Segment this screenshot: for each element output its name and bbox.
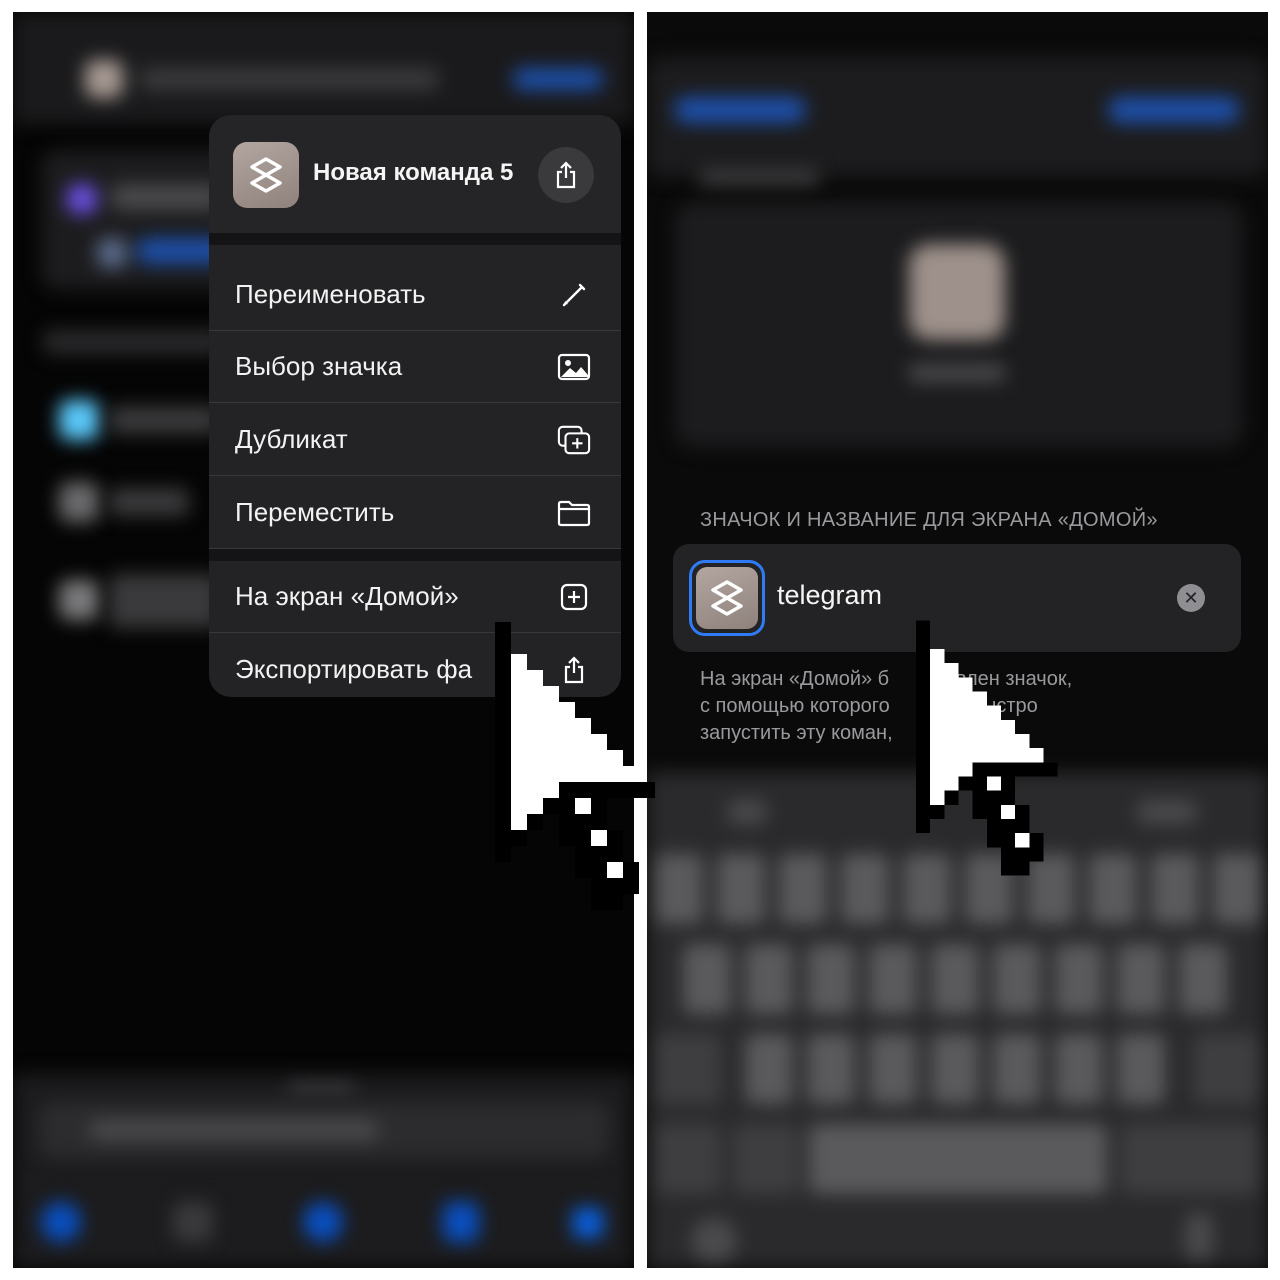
blurred-preview-icon — [909, 244, 1005, 340]
pointer-cursor-icon — [495, 590, 655, 910]
share-icon — [556, 161, 576, 189]
shortcuts-app-icon — [233, 142, 299, 208]
menu-item-label: Дубликат — [235, 424, 348, 454]
share-button[interactable] — [538, 147, 594, 203]
duplicate-icon — [557, 424, 591, 456]
menu-divider — [209, 233, 621, 245]
shortcuts-app-icon — [696, 567, 758, 629]
blurred-section-label — [699, 168, 819, 186]
blurred-action-icon — [59, 482, 99, 522]
blurred-search-field — [39, 1102, 609, 1158]
blurred-section-label — [43, 330, 223, 354]
blurred-play-icon — [573, 1208, 603, 1238]
blurred-nav-bar — [13, 12, 634, 124]
folder-icon — [557, 497, 591, 529]
close-icon: ✕ — [1183, 587, 1199, 608]
image-icon — [557, 351, 591, 383]
pointer-cursor-icon — [916, 592, 1058, 876]
blurred-toolbar-icon — [41, 1202, 81, 1242]
blurred-toolbar-icon — [303, 1202, 343, 1242]
shortcut-title: Новая команда 5 — [313, 159, 514, 186]
menu-item-duplicate[interactable]: Дубликат — [209, 404, 621, 476]
blurred-action-label — [109, 574, 219, 628]
menu-item-label: Переименовать — [235, 279, 426, 309]
blurred-preview-label — [909, 364, 1005, 382]
clear-text-button[interactable]: ✕ — [1177, 584, 1205, 612]
blurred-action-label — [109, 488, 189, 516]
blurred-nav-bar — [647, 57, 1268, 177]
menu-item-label: На экран «Домой» — [235, 581, 459, 611]
menu-item-rename[interactable]: Переименовать — [209, 259, 621, 331]
menu-item-move[interactable]: Переместить — [209, 477, 621, 549]
menu-item-choose-icon[interactable]: Выбор значка — [209, 331, 621, 403]
menu-divider — [209, 549, 621, 561]
home-screen-section-label: ЗНАЧОК И НАЗВАНИЕ ДЛЯ ЭКРАНА «ДОМОЙ» — [700, 509, 1158, 531]
blurred-action-icon — [59, 400, 99, 440]
home-screen-icon-button[interactable] — [689, 560, 765, 636]
blurred-action-icon — [59, 580, 99, 620]
pencil-icon — [557, 279, 591, 311]
blurred-action-label — [109, 406, 219, 434]
menu-item-label: Переместить — [235, 497, 395, 527]
menu-item-label: Выбор значка — [235, 351, 403, 381]
menu-item-label: Экспортировать фа — [235, 654, 473, 684]
menu-header: Новая команда 5 — [209, 115, 621, 233]
blurred-toolbar-icon — [443, 1202, 479, 1242]
blurred-toolbar-icon — [173, 1202, 213, 1242]
